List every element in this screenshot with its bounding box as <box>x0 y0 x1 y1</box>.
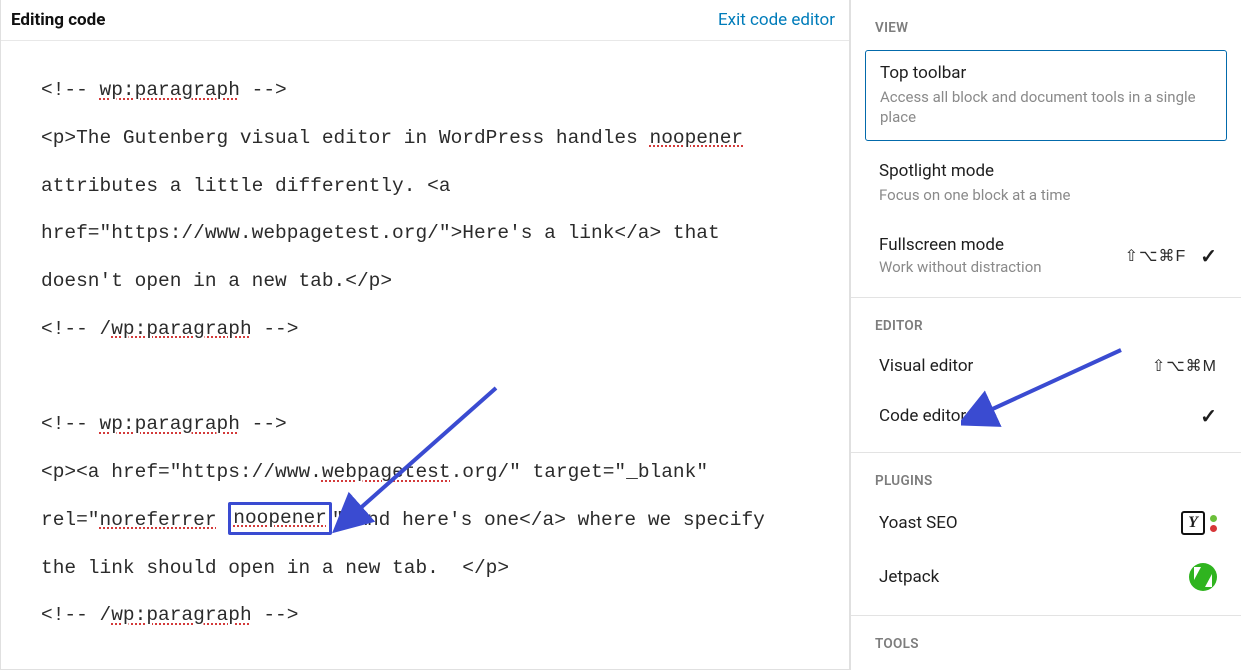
shortcut-visual: ⇧⌥⌘M <box>1152 356 1217 376</box>
jetpack-icon <box>1189 563 1217 591</box>
plugin-yoast[interactable]: Yoast SEO Y <box>851 497 1241 549</box>
check-icon: ✓ <box>1200 244 1217 268</box>
options-sidebar: VIEW Top toolbar Access all block and do… <box>850 0 1241 670</box>
option-visual-editor[interactable]: Visual editor ⇧⌥⌘M <box>851 342 1241 390</box>
editor-title: Editing code <box>11 10 105 30</box>
section-view-label: VIEW <box>851 0 1241 44</box>
tool-manage-reusable[interactable]: Manage Reusable blocks <box>851 660 1241 670</box>
plugin-jetpack[interactable]: Jetpack <box>851 549 1241 605</box>
option-top-toolbar[interactable]: Top toolbar Access all block and documen… <box>865 50 1227 141</box>
noopener-highlight: noopener <box>228 502 332 535</box>
shortcut-fullscreen: ⇧⌥⌘F <box>1125 246 1187 266</box>
yoast-icon: Y <box>1181 511 1217 535</box>
section-editor-label: EDITOR <box>851 298 1241 342</box>
section-tools-label: TOOLS <box>851 616 1241 660</box>
option-fullscreen-mode[interactable]: Fullscreen mode Work without distraction… <box>851 225 1241 287</box>
code-editor-panel: Editing code Exit code editor <!-- wp:pa… <box>0 0 850 670</box>
option-code-editor[interactable]: Code editor ✓ <box>851 390 1241 442</box>
code-textarea[interactable]: <!-- wp:paragraph --> <p>The Gutenberg v… <box>1 41 849 666</box>
check-icon: ✓ <box>1200 404 1217 428</box>
option-spotlight-mode[interactable]: Spotlight mode Focus on one block at a t… <box>865 149 1227 217</box>
exit-code-editor-link[interactable]: Exit code editor <box>718 10 835 30</box>
section-plugins-label: PLUGINS <box>851 453 1241 497</box>
editor-header: Editing code Exit code editor <box>1 0 849 41</box>
